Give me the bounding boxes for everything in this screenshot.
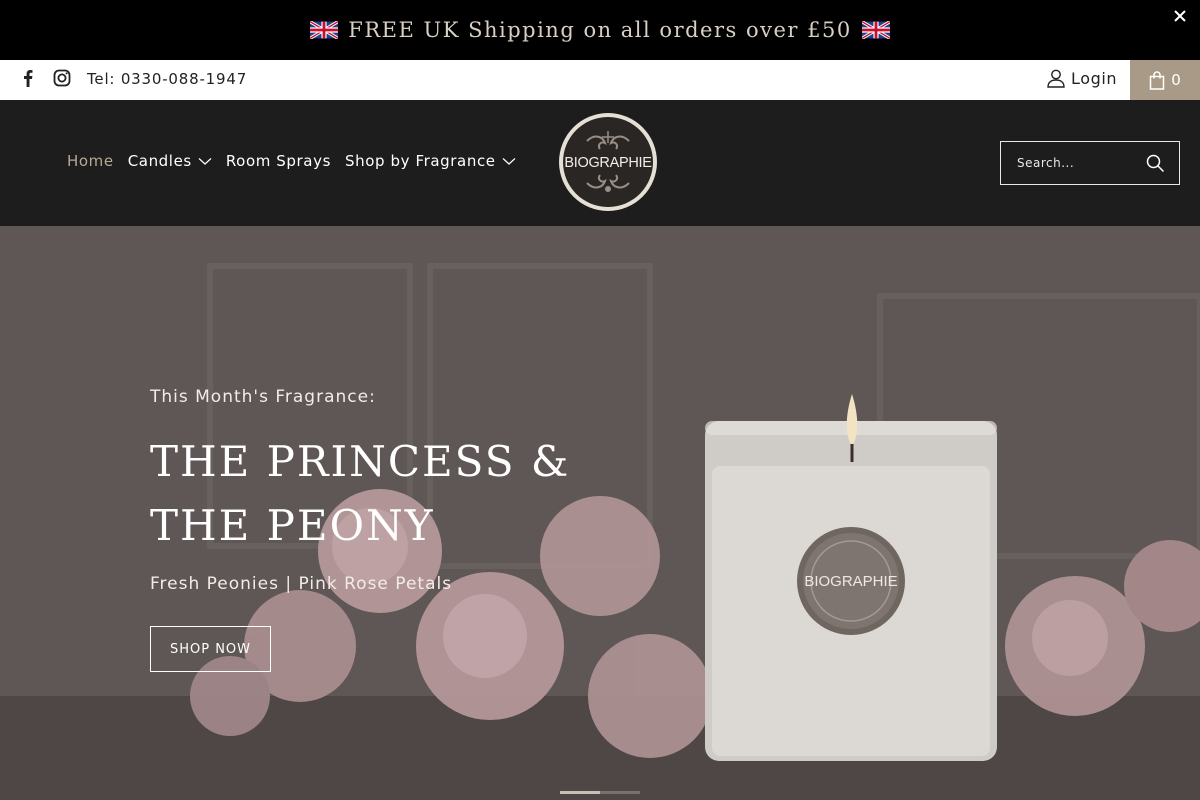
main-nav: Home Candles Room Sprays Shop by Fragran…	[67, 152, 516, 170]
chevron-down-icon	[198, 158, 212, 165]
uk-flag-icon	[310, 21, 339, 39]
hero-eyebrow: This Month's Fragrance:	[150, 387, 376, 407]
hero-title: THE PRINCESS & THE PEONY	[150, 437, 571, 550]
logo-text: BIOGRAPHIE	[564, 155, 652, 171]
search-input[interactable]	[1017, 156, 1137, 170]
nav-item-label: Shop by Fragrance	[345, 152, 496, 170]
login-link[interactable]: Login	[1046, 68, 1117, 88]
hero-subtitle: Fresh Peonies | Pink Rose Petals	[150, 574, 453, 594]
close-icon[interactable]	[1172, 8, 1188, 24]
social-links	[18, 68, 72, 88]
nav-item-candles[interactable]: Candles	[128, 152, 212, 170]
slide-dot[interactable]	[560, 791, 600, 794]
shopping-bag-icon	[1149, 70, 1165, 90]
nav-item-label: Candles	[127, 152, 192, 170]
announcement-bar: FREE UK Shipping on all orders over £50	[0, 0, 1200, 60]
announcement-text: FREE UK Shipping on all orders over £50	[348, 18, 852, 42]
announcement: FREE UK Shipping on all orders over £50	[310, 18, 890, 42]
uk-flag-icon	[861, 21, 890, 39]
search-box	[1000, 141, 1180, 185]
slider-pagination	[560, 791, 640, 794]
instagram-icon[interactable]	[52, 68, 72, 88]
search-icon[interactable]	[1145, 153, 1165, 173]
phone-number[interactable]: Tel: 0330-088-1947	[87, 70, 247, 88]
nav-item-home[interactable]: Home	[67, 152, 114, 170]
login-label: Login	[1071, 68, 1118, 88]
site-header: Home Candles Room Sprays Shop by Fragran…	[0, 100, 1200, 226]
nav-item-room-sprays[interactable]: Room Sprays	[226, 152, 331, 170]
slide-dot[interactable]	[600, 791, 640, 794]
nav-item-label: Room Sprays	[225, 152, 331, 170]
nav-item-shop-by-fragrance[interactable]: Shop by Fragrance	[345, 152, 516, 170]
nav-item-label: Home	[67, 152, 114, 170]
candle-seal-text: BIOGRAPHIE	[804, 573, 897, 590]
biographie-logo[interactable]: BIOGRAPHIE	[557, 111, 659, 213]
chevron-down-icon	[502, 158, 516, 165]
cart-button[interactable]: 0	[1130, 60, 1200, 100]
shop-now-button[interactable]: SHOP NOW	[150, 626, 271, 672]
cart-count: 0	[1171, 71, 1181, 89]
user-icon	[1047, 69, 1065, 88]
facebook-icon[interactable]	[18, 68, 38, 88]
hero-banner: BIOGRAPHIE This Month's Fragrance: THE P…	[0, 226, 1200, 800]
utility-bar: Tel: 0330-088-1947 Login 0	[0, 60, 1200, 100]
